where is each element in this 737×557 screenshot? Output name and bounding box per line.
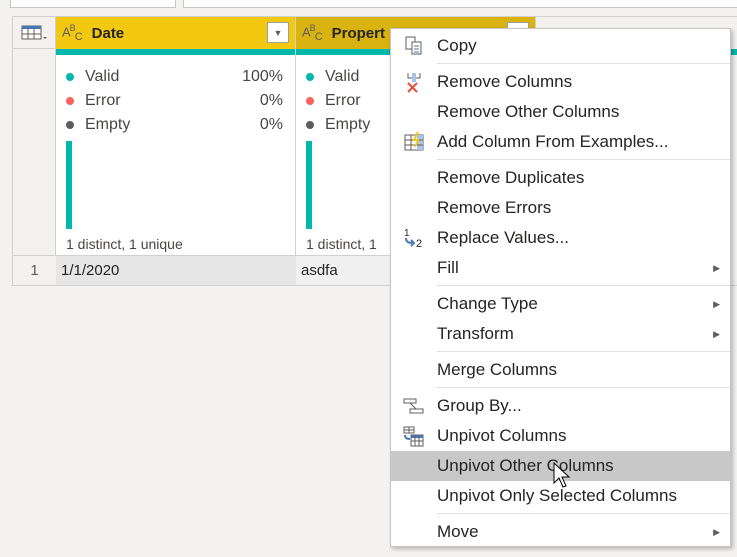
- menu-item-transform[interactable]: Transform ▶: [391, 319, 730, 349]
- copy-icon: [391, 31, 437, 61]
- column-name: Date: [91, 24, 125, 42]
- menu-item-label: Replace Values...: [437, 228, 569, 247]
- menu-item-label: Remove Columns: [437, 72, 573, 91]
- stat-label: Error: [325, 92, 361, 109]
- menu-separator: [437, 159, 730, 160]
- distinct-count: 1 distinct, 1 unique: [66, 236, 183, 252]
- column-date[interactable]: ABC Date ▼ Valid 100% Error 0% Empty 0% 1 d…: [56, 17, 296, 285]
- svg-text:2: 2: [416, 238, 422, 249]
- menu-item-label: Fill: [437, 258, 459, 277]
- menu-item-label: Group By...: [437, 396, 522, 415]
- menu-item-remove-errors[interactable]: Remove Errors: [391, 193, 730, 223]
- menu-item-move[interactable]: Move ▶: [391, 517, 730, 547]
- text-type-icon[interactable]: ABC: [62, 23, 83, 43]
- menu-item-unpivot-columns[interactable]: Unpivot Columns: [391, 421, 730, 451]
- unpivot-icon: [391, 421, 437, 451]
- menu-item-label: Copy: [437, 36, 477, 55]
- menu-separator: [437, 351, 730, 352]
- stat-label: Valid: [85, 68, 120, 85]
- remove-columns-icon: [391, 67, 437, 97]
- stat-label: Error: [85, 92, 121, 109]
- menu-item-label: Transform: [437, 324, 514, 343]
- table-cell[interactable]: 1/1/2020: [56, 255, 296, 285]
- menu-item-copy[interactable]: Copy: [391, 31, 730, 61]
- menu-item-label: Remove Other Columns: [437, 102, 620, 121]
- column-profile: Valid 100% Error 0% Empty 0% 1 distinct, 1 …: [56, 55, 295, 255]
- column-header-date[interactable]: ABC Date ▼: [56, 17, 295, 49]
- menu-item-remove-duplicates[interactable]: Remove Duplicates: [391, 163, 730, 193]
- menu-item-replace-values[interactable]: 1 2 Replace Values...: [391, 223, 730, 253]
- menu-item-label: Add Column From Examples...: [437, 132, 669, 151]
- menu-item-change-type[interactable]: Change Type ▶: [391, 289, 730, 319]
- distribution-bar: [66, 141, 72, 229]
- filter-dropdown-button[interactable]: ▼: [267, 22, 289, 43]
- menu-item-label: Remove Errors: [437, 198, 552, 217]
- add-column-examples-icon: [391, 127, 437, 157]
- text-type-icon[interactable]: ABC: [302, 23, 323, 43]
- table-menu-button[interactable]: [13, 17, 56, 49]
- stat-value: 0%: [259, 116, 283, 133]
- submenu-arrow-icon: ▶: [713, 328, 720, 339]
- submenu-arrow-icon: ▶: [713, 526, 720, 537]
- mouse-cursor-icon: [553, 462, 571, 488]
- menu-item-label: Merge Columns: [437, 360, 557, 379]
- menu-item-label: Move: [437, 522, 479, 541]
- menu-separator: [437, 387, 730, 388]
- menu-item-label: Unpivot Other Columns: [437, 456, 614, 475]
- submenu-arrow-icon: ▶: [713, 298, 720, 309]
- distinct-count: 1 distinct, 1: [306, 236, 377, 252]
- menu-separator: [437, 63, 730, 64]
- stat-value: 100%: [242, 68, 283, 85]
- menu-item-remove-other-columns[interactable]: Remove Other Columns: [391, 97, 730, 127]
- svg-text:1: 1: [404, 228, 410, 239]
- menu-item-label: Unpivot Columns: [437, 426, 567, 445]
- stat-label: Empty: [85, 116, 131, 133]
- submenu-arrow-icon: ▶: [713, 262, 720, 273]
- menu-item-remove-columns[interactable]: Remove Columns: [391, 67, 730, 97]
- menu-item-label: Remove Duplicates: [437, 168, 585, 187]
- menu-separator: [437, 285, 730, 286]
- column-name: Propert: [331, 24, 385, 42]
- group-by-icon: [391, 391, 437, 421]
- menu-item-group-by[interactable]: Group By...: [391, 391, 730, 421]
- formula-bar[interactable]: [183, 0, 737, 8]
- menu-item-label: Change Type: [437, 294, 538, 313]
- stat-label: Empty: [325, 116, 371, 133]
- menu-separator: [437, 513, 730, 514]
- menu-item-merge-columns[interactable]: Merge Columns: [391, 355, 730, 385]
- row-number: 1: [13, 255, 56, 285]
- stat-label: Valid: [325, 68, 360, 85]
- table-icon: [21, 25, 47, 40]
- stat-value: 0%: [259, 92, 283, 109]
- menu-item-fill[interactable]: Fill ▶: [391, 253, 730, 283]
- distribution-bar: [306, 141, 312, 229]
- replace-values-icon: 12: [391, 223, 437, 253]
- query-box-left[interactable]: [10, 0, 176, 8]
- menu-item-add-column-from-examples[interactable]: Add Column From Examples...: [391, 127, 730, 157]
